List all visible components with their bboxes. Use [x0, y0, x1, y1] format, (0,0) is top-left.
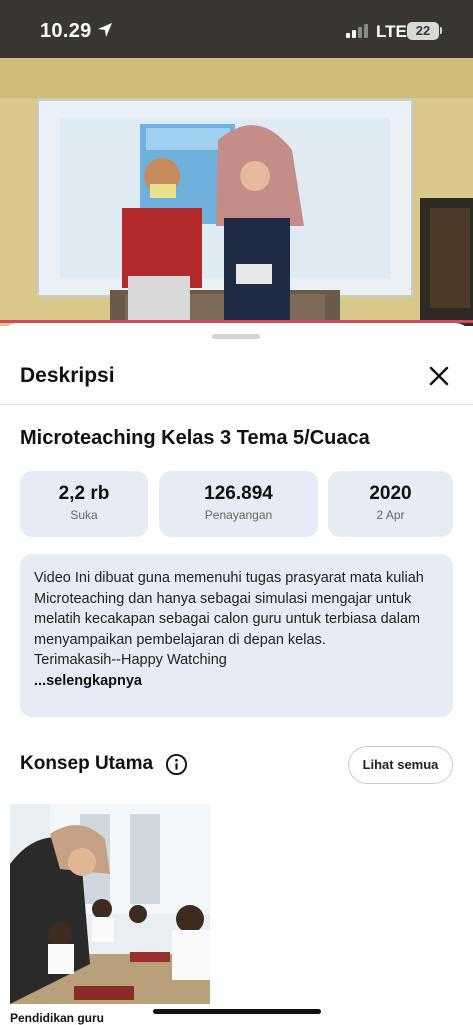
concept-card-thumbnail[interactable]	[10, 804, 210, 1004]
publish-date: 2 Apr	[376, 508, 405, 522]
cellular-signal-icon	[346, 24, 368, 38]
key-concepts-title: Konsep Utama	[20, 753, 154, 774]
stat-date: 2020 2 Apr	[328, 471, 453, 537]
likes-label: Suka	[70, 508, 98, 522]
sheet-title: Deskripsi	[20, 364, 115, 387]
concept-thumbnail-image	[10, 804, 210, 1004]
divider	[0, 404, 473, 405]
description-box[interactable]: Video Ini dibuat guna memenuhi tugas pra…	[20, 554, 453, 717]
close-icon[interactable]	[424, 361, 454, 391]
show-more-link[interactable]: ...selengkapnya	[34, 671, 439, 692]
likes-count: 2,2 rb	[58, 483, 110, 504]
stat-likes: 2,2 rb Suka	[20, 471, 148, 537]
stat-views: 126.894 Penayangan	[159, 471, 318, 537]
drag-handle[interactable]	[212, 334, 260, 339]
description-thanks: Terimakasih--Happy Watching	[34, 652, 227, 668]
battery-tip	[440, 27, 442, 34]
description-sheet: Deskripsi Microteaching Kelas 3 Tema 5/C…	[0, 323, 473, 1025]
views-count: 126.894	[204, 483, 273, 504]
status-bar: 10.29 LTE 22	[0, 0, 473, 58]
video-title: Microteaching Kelas 3 Tema 5/Cuaca	[20, 427, 370, 449]
info-icon[interactable]	[165, 753, 188, 776]
concept-card-label[interactable]: Pendidikan guru	[10, 1011, 104, 1025]
status-time: 10.29	[40, 20, 92, 42]
location-arrow-icon	[98, 23, 112, 37]
publish-year: 2020	[369, 483, 412, 504]
description-text: Video Ini dibuat guna memenuhi tugas pra…	[34, 570, 424, 648]
network-type: LTE	[376, 22, 407, 41]
battery-level: 22	[415, 23, 431, 38]
see-all-button[interactable]: Lihat semua	[348, 746, 453, 784]
views-label: Penayangan	[204, 508, 273, 522]
home-indicator[interactable]	[153, 1009, 321, 1014]
video-player[interactable]	[0, 58, 473, 326]
video-frame	[0, 58, 473, 326]
battery-icon: 22	[407, 22, 439, 40]
